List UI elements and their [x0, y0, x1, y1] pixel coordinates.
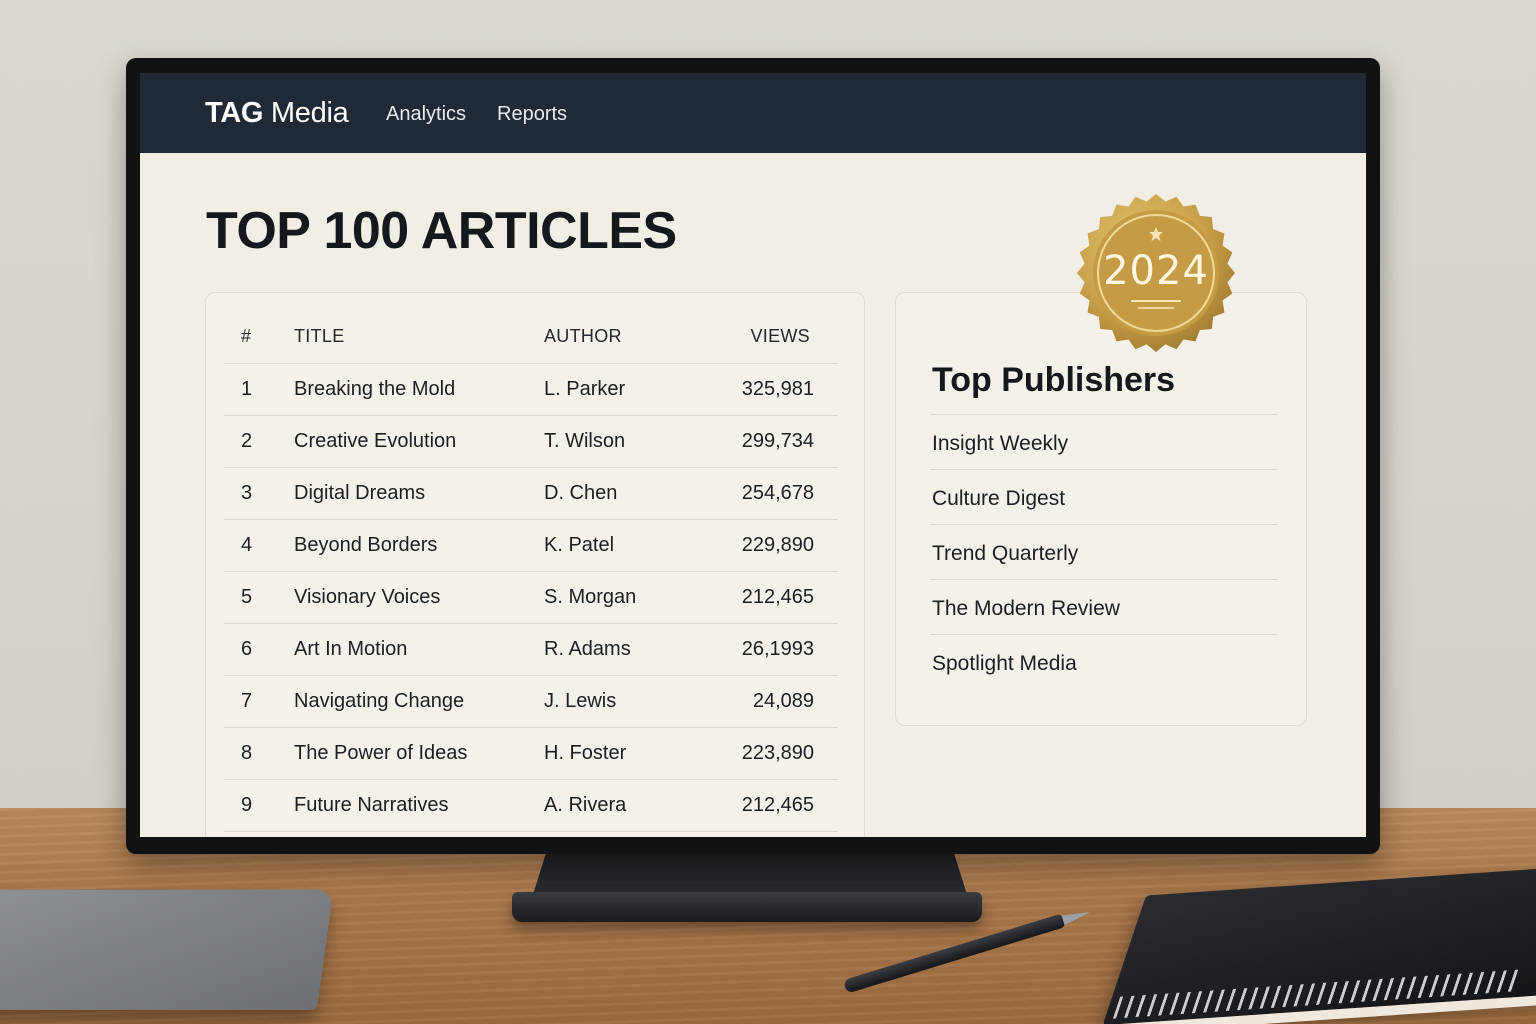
table-row[interactable]: 8 The Power of Ideas H. Foster 223,890	[224, 727, 838, 780]
cell-title[interactable]: Art In Motion	[294, 623, 544, 676]
table-row[interactable]: 2 Creative Evolution T. Wilson 299,734	[224, 415, 838, 468]
cell-views: 299,734	[734, 415, 838, 468]
list-item[interactable]: Trend Quarterly	[930, 525, 1277, 580]
cell-author: S. Morgan	[544, 571, 734, 624]
cell-author: J. Lewis	[544, 675, 734, 728]
page-title: TOP 100 ARTICLES	[206, 202, 677, 260]
table-row[interactable]: 3 Digital Dreams D. Chen 254,678	[224, 467, 838, 520]
award-seal-badge: 2024	[1076, 193, 1236, 353]
column-header-views[interactable]: VIEWS	[734, 311, 838, 364]
cell-views: 212,465	[734, 779, 838, 832]
cell-rank: 9	[224, 779, 294, 832]
cell-rank: 7	[224, 675, 294, 728]
cell-author: L. Parker	[544, 363, 734, 416]
cell-author: A. Rivera	[544, 779, 734, 832]
list-item[interactable]: Spotlight Media	[930, 635, 1277, 690]
list-item[interactable]: Culture Digest	[930, 470, 1277, 525]
monitor-screen: TAG Media Analytics Reports TOP 100 ARTI…	[140, 73, 1366, 837]
cell-author: K. Patel	[544, 519, 734, 572]
cell-rank: 4	[224, 519, 294, 572]
table-row[interactable]: 5 Visionary Voices S. Morgan 212,465	[224, 571, 838, 624]
cell-title[interactable]: Beyond Borders	[294, 519, 544, 572]
cell-views: 212,465	[734, 571, 838, 624]
cell-views: 223,890	[734, 727, 838, 780]
column-header-author[interactable]: AUTHOR	[544, 311, 734, 364]
cell-rank: 2	[224, 415, 294, 468]
brand-bold: TAG	[205, 97, 264, 129]
list-item[interactable]: Insight Weekly	[930, 415, 1277, 470]
cell-title[interactable]: Digital Dreams	[294, 467, 544, 520]
articles-table-card: # TITLE AUTHOR VIEWS 1 Breaking the Mold…	[205, 292, 865, 837]
cell-views: 26,1993	[734, 623, 838, 676]
cell-title[interactable]: Navigating Change	[294, 675, 544, 728]
cell-title[interactable]: Visionary Voices	[294, 571, 544, 624]
brand-regular: Media	[263, 97, 349, 129]
cell-views: 325,981	[734, 363, 838, 416]
badge-year: 2024	[1103, 248, 1209, 294]
top-publishers-card: Top Publishers Insight Weekly Culture Di…	[895, 292, 1307, 726]
cell-title[interactable]: Creative Evolution	[294, 415, 544, 468]
table-row[interactable]: 1 Breaking the Mold L. Parker 325,981	[224, 363, 838, 416]
brand-logo[interactable]: TAG Media	[205, 97, 349, 130]
table-header-row: # TITLE AUTHOR VIEWS	[224, 311, 838, 364]
nav-link-reports[interactable]: Reports	[497, 103, 567, 126]
nav-link-analytics[interactable]: Analytics	[386, 103, 466, 126]
cell-rank: 8	[224, 727, 294, 780]
top-navbar: TAG Media Analytics Reports	[140, 73, 1366, 153]
table-row[interactable]: 4 Beyond Borders K. Patel 229,890	[224, 519, 838, 572]
cell-views: 254,678	[734, 467, 838, 520]
column-header-rank[interactable]: #	[224, 311, 294, 364]
cell-views: 24,089	[734, 675, 838, 728]
table-row[interactable]: 9 Future Narratives A. Rivera 212,465	[224, 779, 838, 832]
publishers-title: Top Publishers	[932, 361, 1176, 399]
articles-table: # TITLE AUTHOR VIEWS 1 Breaking the Mold…	[224, 311, 838, 832]
cell-rank: 1	[224, 363, 294, 416]
cell-title[interactable]: Breaking the Mold	[294, 363, 544, 416]
table-row[interactable]: 7 Navigating Change J. Lewis 24,089	[224, 675, 838, 728]
cell-author: H. Foster	[544, 727, 734, 780]
cell-rank: 6	[224, 623, 294, 676]
table-row[interactable]: 6 Art In Motion R. Adams 26,1993	[224, 623, 838, 676]
publishers-list: Insight Weekly Culture Digest Trend Quar…	[930, 414, 1277, 690]
list-item[interactable]: The Modern Review	[930, 580, 1277, 635]
column-header-title[interactable]: TITLE	[294, 311, 544, 364]
cell-author: T. Wilson	[544, 415, 734, 468]
cell-rank: 3	[224, 467, 294, 520]
monitor-base	[512, 892, 982, 922]
cell-title[interactable]: The Power of Ideas	[294, 727, 544, 780]
cell-author: R. Adams	[544, 623, 734, 676]
cell-author: D. Chen	[544, 467, 734, 520]
cell-title[interactable]: Future Narratives	[294, 779, 544, 832]
laptop	[0, 890, 334, 1010]
cell-views: 229,890	[734, 519, 838, 572]
cell-rank: 5	[224, 571, 294, 624]
